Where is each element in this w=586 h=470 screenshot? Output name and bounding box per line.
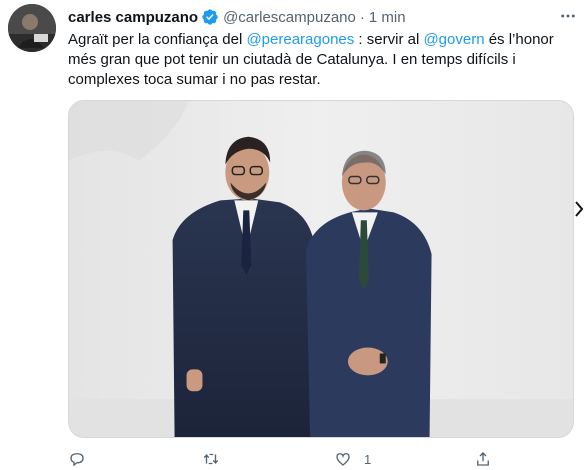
- author-handle[interactable]: @carlescampuzano: [223, 9, 356, 26]
- like-count: 1: [364, 451, 372, 467]
- like-button[interactable]: 1: [334, 448, 371, 470]
- chevron-right-icon[interactable]: [574, 200, 584, 218]
- retweet-button[interactable]: [202, 448, 232, 470]
- retweet-icon: [202, 450, 220, 468]
- heart-icon: [334, 450, 352, 468]
- more-options-icon[interactable]: [556, 6, 580, 26]
- tweet-actions: 1: [68, 448, 574, 470]
- mention-link[interactable]: @perearagones: [246, 31, 354, 48]
- share-icon: [474, 450, 492, 468]
- share-button[interactable]: [474, 448, 504, 470]
- tweet-timestamp[interactable]: 1 min: [369, 9, 406, 26]
- tweet-photo[interactable]: [68, 100, 574, 438]
- reply-icon: [68, 450, 86, 468]
- mention-link[interactable]: @govern: [423, 31, 484, 48]
- author-name[interactable]: carles campuzano: [68, 9, 198, 26]
- avatar-image: [8, 4, 56, 52]
- separator-dot: ·: [359, 8, 365, 26]
- tweet-text: Agraït per la confiança del @perearagone…: [68, 30, 576, 90]
- tweet-header: carles campuzano @carlescampuzano · 1 mi…: [68, 7, 406, 27]
- reply-button[interactable]: [68, 448, 98, 470]
- author-avatar[interactable]: [8, 4, 56, 52]
- photo-image: [69, 101, 573, 437]
- tweet-text-part: : servir al: [354, 31, 424, 48]
- tweet-text-part: Agraït per la confiança del: [68, 31, 247, 48]
- verified-badge-icon: [201, 8, 219, 26]
